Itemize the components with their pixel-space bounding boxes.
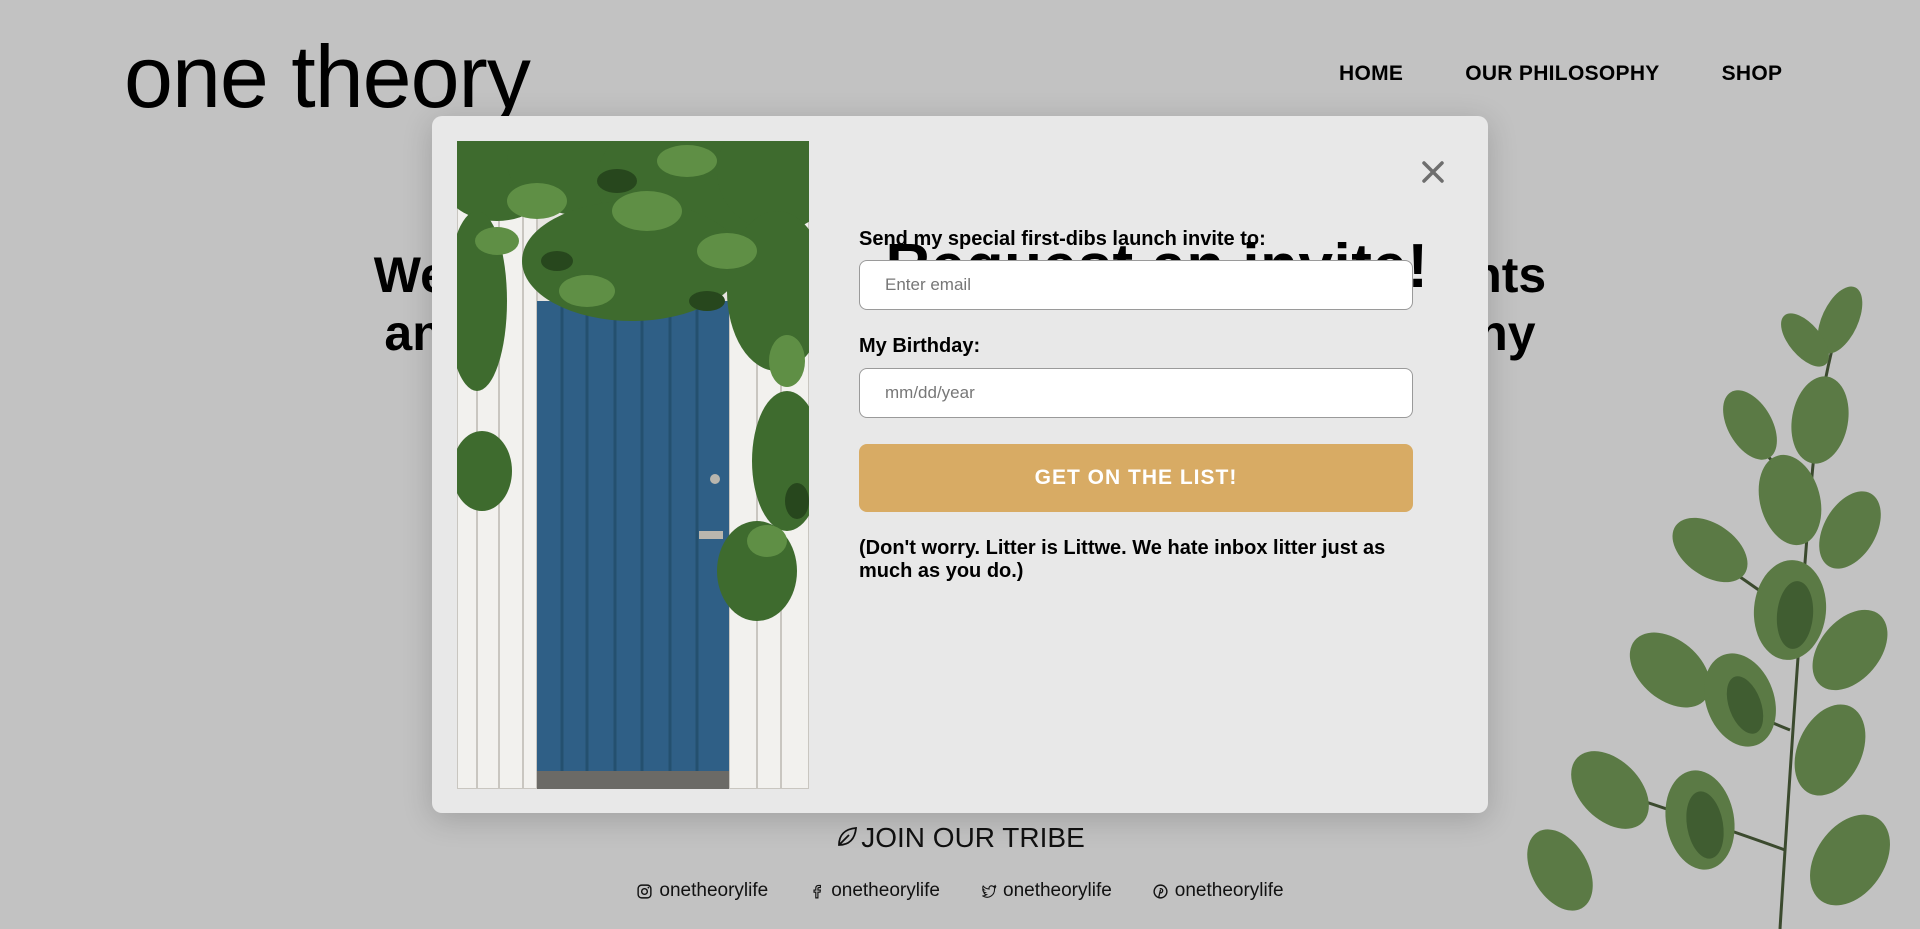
nav-our-philosophy[interactable]: OUR PHILOSOPHY <box>1465 62 1659 86</box>
leaf-icon <box>838 827 858 846</box>
inbox-note: (Don't worry. Litter is Littwe. We hate … <box>859 537 1386 582</box>
social-facebook-handle: onetheorylife <box>831 880 940 901</box>
social-pinterest-link[interactable]: onetheorylife <box>1152 880 1284 902</box>
email-label: Send my special first-dibs launch invite… <box>859 228 1266 250</box>
plant-illustration <box>1527 286 1890 929</box>
email-field[interactable] <box>859 260 1413 310</box>
nav-home[interactable]: HOME <box>1339 62 1403 86</box>
invite-modal: Request an invite! Send my special first… <box>432 116 1488 813</box>
site-logo[interactable]: one theory <box>124 26 531 128</box>
birthday-label: My Birthday: <box>859 335 981 357</box>
join-tribe-heading: JOIN OUR TRIBE <box>0 822 1920 854</box>
nav-shop[interactable]: SHOP <box>1722 62 1783 86</box>
join-tribe-text: JOIN OUR TRIBE <box>861 822 1085 853</box>
get-on-list-button[interactable]: GET ON THE LIST! <box>859 444 1413 512</box>
social-links: onetheorylife onetheorylife onetheorylif… <box>0 880 1920 902</box>
invite-form: Send my special first-dibs launch invite… <box>859 116 1413 583</box>
birthday-field[interactable] <box>859 368 1413 418</box>
twitter-icon <box>982 884 997 898</box>
social-twitter-handle: onetheorylife <box>1003 880 1112 901</box>
close-icon[interactable] <box>1417 156 1449 188</box>
pinterest-icon <box>1153 883 1168 899</box>
social-instagram-link[interactable]: onetheorylife <box>636 880 768 902</box>
social-facebook-link[interactable]: onetheorylife <box>808 880 940 902</box>
social-pinterest-handle: onetheorylife <box>1174 880 1284 901</box>
main-nav: HOME OUR PHILOSOPHY SHOP <box>1339 62 1782 86</box>
social-twitter-link[interactable]: onetheorylife <box>980 880 1112 902</box>
facebook-icon <box>813 884 822 898</box>
blue-door-photo <box>457 141 809 789</box>
social-instagram-handle: onetheorylife <box>659 880 769 901</box>
instagram-icon <box>637 883 652 899</box>
